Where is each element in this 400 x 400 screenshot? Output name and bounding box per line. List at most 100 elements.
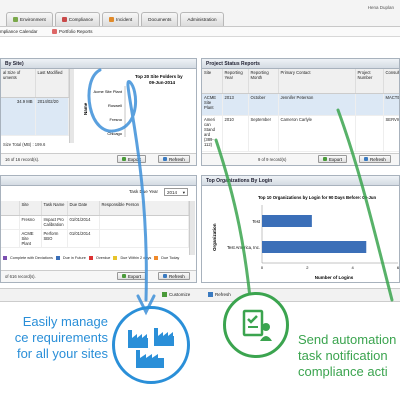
column-header[interactable]: Reporting Year xyxy=(222,69,249,94)
column-header[interactable]: Task Name xyxy=(41,201,68,216)
column-header[interactable] xyxy=(1,201,20,216)
legend-swatch-2days xyxy=(113,256,118,260)
y-axis-label: Name xyxy=(83,102,88,115)
portfolio-reports-link[interactable]: Portfolio Reports xyxy=(52,29,93,34)
tick-label: 6 xyxy=(397,265,400,270)
legend-swatch-overdue xyxy=(88,256,93,260)
site-folders-chart: Top 20 Site Folders by 09-Jun-2014 Name … xyxy=(77,71,195,141)
tick-label: 0 xyxy=(261,265,264,270)
site-folders-chart-svg: Top 20 Site Folders by 09-Jun-2014 Name … xyxy=(83,74,183,137)
legend-swatch-future xyxy=(55,256,60,260)
project-status-panel: Project Status Reports Site Reporting Ye… xyxy=(201,58,400,166)
environment-icon xyxy=(13,17,18,22)
table-scrollbar[interactable] xyxy=(69,69,74,143)
refresh-button[interactable]: Refresh xyxy=(359,155,391,163)
customize-button[interactable]: Customize xyxy=(162,292,190,297)
column-header[interactable]: Project Number xyxy=(355,69,384,94)
bar[interactable] xyxy=(262,241,367,253)
report-icon xyxy=(52,29,57,34)
incident-icon xyxy=(109,17,115,22)
organizations-chart: Top 10 Organizations by Login for 90 Day… xyxy=(212,195,400,280)
dashboard-toolbar: Customize Refresh xyxy=(0,288,400,302)
panel-title xyxy=(1,176,196,186)
refresh-icon xyxy=(364,157,368,161)
tab-environment[interactable]: Environment xyxy=(6,12,53,26)
refresh-all-button[interactable]: Refresh xyxy=(208,292,231,297)
table-row[interactable]: ACME Site Plant Perform SBO 01/01/2014 xyxy=(1,229,189,248)
tab-compliance[interactable]: Compliance xyxy=(54,12,101,26)
annotation-green-text: Send automation task notification compli… xyxy=(298,332,397,379)
refresh-icon xyxy=(163,274,167,278)
tab-incident[interactable]: Incident xyxy=(102,12,140,26)
panel-title: Project Status Reports xyxy=(202,59,399,69)
bars-group: Test Test America, Inc. 0 2 4 6 xyxy=(227,215,400,270)
panel-title: Top Organizations By Login xyxy=(202,176,399,186)
table-row[interactable]: Fresno Impact Pro Calibration 01/01/2014 xyxy=(1,215,189,230)
column-header[interactable]: Last Modified xyxy=(35,69,69,98)
column-header[interactable]: Primary Contact xyxy=(278,69,356,94)
chart-title: Top 10 Organizations by Login for 90 Day… xyxy=(258,195,376,200)
export-button[interactable]: Export xyxy=(117,272,147,280)
legend-swatch-deviations xyxy=(3,256,7,260)
x-axis-label: Number of Logins xyxy=(315,275,354,280)
legend-swatch-today xyxy=(154,256,159,260)
column-header[interactable]: Site xyxy=(202,69,223,94)
column-header[interactable]: Consulta xyxy=(383,69,399,94)
chart-subtitle: 09-Jun-2014 xyxy=(149,80,176,85)
factories-icon xyxy=(128,328,174,368)
documents-by-site-panel: By Site) al Size of uments Last Modified… xyxy=(0,58,197,166)
column-header[interactable]: Reporting Month xyxy=(248,69,279,94)
refresh-button[interactable]: Refresh xyxy=(158,155,190,163)
category-label: Chicago xyxy=(107,131,122,136)
category-label: Test xyxy=(252,219,261,224)
task-due-year-select[interactable]: 2014 ▾ xyxy=(164,188,188,196)
compliance-calendar-link[interactable]: mpliance Calendar xyxy=(0,29,38,34)
tick-label: 2 xyxy=(306,265,309,270)
table-scrollbar[interactable] xyxy=(189,201,195,255)
annotation-blue-text: Easily manage ce requirements for all yo… xyxy=(14,314,108,361)
top-organizations-panel: Top Organizations By Login Top 10 Organi… xyxy=(201,175,400,283)
customize-icon xyxy=(162,292,167,297)
main-tabs: Environment Compliance Incident Document… xyxy=(6,12,224,26)
export-icon xyxy=(122,157,126,161)
column-header[interactable]: Site xyxy=(19,201,42,216)
table-row[interactable]: ACME Site Plant 2013 October Jennifer Pe… xyxy=(202,93,399,116)
table-row[interactable]: Ameri can Stand ard (389-112) 2010 Septe… xyxy=(202,115,399,152)
tab-documents[interactable]: Documents xyxy=(141,12,179,26)
tab-administration[interactable]: Administration xyxy=(180,12,224,26)
status-legend: Complete with Deviations Due in Future O… xyxy=(3,256,179,260)
clipboard-check-icon xyxy=(242,309,272,341)
category-label: Acme Site Plant xyxy=(94,89,123,94)
category-label: Roswell xyxy=(108,103,122,108)
panel-title: By Site) xyxy=(1,59,196,69)
tick-label: 4 xyxy=(352,265,355,270)
compliance-icon xyxy=(61,17,67,22)
bar[interactable] xyxy=(262,215,312,227)
category-labels: Acme Site Plant Roswell Fresno Chicago xyxy=(94,89,123,136)
export-icon xyxy=(122,274,126,278)
sub-navigation: mpliance Calendar Portfolio Reports xyxy=(0,26,400,37)
chart-title: Top 20 Site Folders by xyxy=(135,74,183,79)
y-axis-label: Organization xyxy=(212,223,217,251)
column-header[interactable]: Responsible Person xyxy=(99,201,189,216)
task-notification-icon-circle xyxy=(223,292,289,358)
tasks-panel: Task Due Year 2014 ▾ Site Task Name Due D… xyxy=(0,175,197,283)
export-icon xyxy=(323,157,327,161)
column-header[interactable]: al Size of uments xyxy=(1,69,36,98)
factories-icon-circle xyxy=(112,306,190,384)
project-status-table: Site Reporting Year Reporting Month Prim… xyxy=(202,69,399,152)
table-row[interactable]: 34.9 MB 2014/02/20 xyxy=(1,97,69,136)
tasks-table: Site Task Name Due Date Responsible Pers… xyxy=(1,201,189,248)
documents-table: al Size of uments Last Modified 34.9 MB … xyxy=(1,69,69,136)
export-button[interactable]: Export xyxy=(318,155,348,163)
refresh-icon xyxy=(208,292,213,297)
export-button[interactable]: Export xyxy=(117,155,147,163)
refresh-button[interactable]: Refresh xyxy=(158,272,190,280)
task-due-year-label: Task Due Year xyxy=(129,189,159,194)
top-bar: Hena Duplan Environment Compliance Incid… xyxy=(0,0,400,26)
column-header[interactable]: Due Date xyxy=(67,201,100,216)
category-label: Test America, Inc. xyxy=(227,245,260,250)
size-total: Size Total (MB) : 199.6 xyxy=(3,142,46,147)
category-label: Fresno xyxy=(110,117,123,122)
user-name[interactable]: Hena Duplan xyxy=(368,5,394,10)
